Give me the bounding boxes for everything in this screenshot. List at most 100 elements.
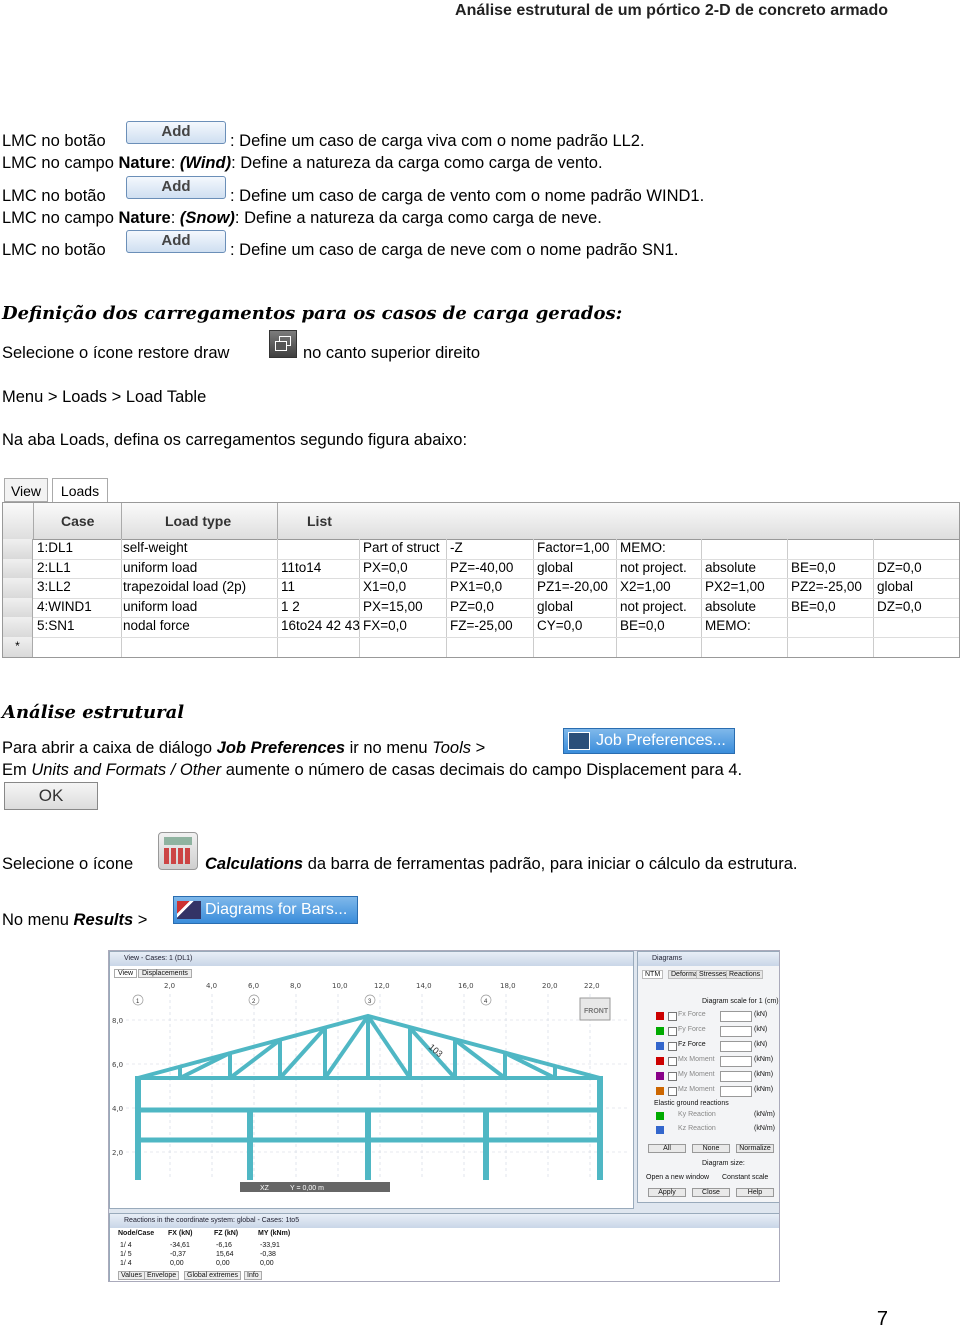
scale-input[interactable] bbox=[720, 1056, 752, 1067]
table-cell[interactable]: X1=0,0 bbox=[363, 579, 406, 594]
table-cell[interactable]: 4:WIND1 bbox=[37, 599, 92, 614]
table-cell[interactable]: PZ=-40,00 bbox=[450, 560, 513, 575]
table-row[interactable]: 5:SN1 nodal force 16to24 42 43 FX=0,0 FZ=-25… bbox=[3, 617, 959, 638]
table-cell[interactable]: 1:DL1 bbox=[37, 540, 73, 555]
col-list[interactable]: List bbox=[307, 513, 332, 529]
table-cell[interactable]: 5:SN1 bbox=[37, 618, 75, 633]
table-new-row[interactable]: * bbox=[3, 637, 959, 657]
table-cell[interactable]: absolute bbox=[705, 599, 756, 614]
table-cell[interactable]: PX=0,0 bbox=[363, 560, 408, 575]
diagrams-for-bars-menu-item[interactable]: Diagrams for Bars... bbox=[173, 896, 358, 924]
table-cell[interactable]: trapezoidal load (2p) bbox=[123, 579, 246, 594]
table-cell[interactable]: PZ=0,0 bbox=[450, 599, 494, 614]
table-row[interactable]: 3:LL2 trapezoidal load (2p) 11 X1=0,0 PX1=0,… bbox=[3, 578, 959, 599]
table-row[interactable]: 4:WIND1 uniform load 1 2 PX=15,00 PZ=0,0 glob… bbox=[3, 597, 959, 619]
scale-input[interactable] bbox=[720, 1041, 752, 1052]
tab-view[interactable]: View bbox=[114, 969, 138, 978]
reactions-tab[interactable]: Info bbox=[244, 1271, 262, 1280]
scale-input[interactable] bbox=[720, 1011, 752, 1022]
checkbox[interactable] bbox=[668, 1072, 677, 1081]
color-swatch[interactable] bbox=[656, 1012, 664, 1020]
table-cell[interactable]: global bbox=[537, 560, 573, 575]
table-cell[interactable]: self-weight bbox=[123, 540, 188, 555]
table-cell[interactable]: Factor=1,00 bbox=[537, 540, 609, 555]
reactions-tab[interactable]: Values bbox=[118, 1271, 145, 1280]
row-header[interactable] bbox=[3, 597, 33, 618]
open-new-window[interactable]: Open a new window bbox=[646, 1174, 709, 1181]
color-swatch[interactable] bbox=[656, 1027, 664, 1035]
diagram-tab[interactable]: NTM bbox=[642, 970, 664, 979]
table-cell[interactable]: MEMO: bbox=[705, 618, 751, 633]
job-preferences-menu-item[interactable]: Job Preferences... bbox=[563, 728, 735, 754]
calculator-icon[interactable] bbox=[158, 832, 198, 870]
table-cell[interactable]: global bbox=[877, 579, 913, 594]
diagram-button[interactable]: All bbox=[648, 1144, 686, 1153]
reactions-tab[interactable]: Global extremes bbox=[184, 1271, 241, 1280]
table-cell[interactable]: PX1=0,0 bbox=[450, 579, 502, 594]
table-cell[interactable]: uniform load bbox=[123, 560, 197, 575]
table-cell[interactable]: absolute bbox=[705, 560, 756, 575]
col-load-type[interactable]: Load type bbox=[165, 513, 231, 529]
table-cell[interactable]: FZ=-25,00 bbox=[450, 618, 513, 633]
row-header[interactable] bbox=[3, 617, 33, 637]
table-cell[interactable]: global bbox=[537, 599, 573, 614]
restore-draw-icon[interactable] bbox=[269, 330, 297, 358]
checkbox[interactable] bbox=[668, 1042, 677, 1051]
add-button[interactable]: Add bbox=[126, 230, 226, 253]
ok-button[interactable]: OK bbox=[4, 782, 98, 810]
table-cell[interactable]: 3:LL2 bbox=[37, 579, 71, 594]
table-cell[interactable]: not project. bbox=[620, 599, 687, 614]
row-header[interactable] bbox=[3, 539, 33, 559]
add-button[interactable]: Add bbox=[126, 176, 226, 199]
table-cell[interactable]: Part of struct bbox=[363, 540, 440, 555]
table-cell[interactable]: 2:LL1 bbox=[37, 560, 71, 575]
table-cell[interactable]: 11 bbox=[281, 579, 295, 594]
constant-scale[interactable]: Constant scale bbox=[722, 1174, 768, 1181]
table-cell[interactable]: DZ=0,0 bbox=[877, 560, 922, 575]
reactions-tab[interactable]: Envelope bbox=[144, 1271, 180, 1280]
table-cell[interactable]: MEMO: bbox=[620, 540, 666, 555]
color-swatch[interactable] bbox=[656, 1126, 664, 1134]
dialog-button[interactable]: Apply bbox=[648, 1188, 686, 1197]
table-cell[interactable]: BE=0,0 bbox=[791, 599, 836, 614]
row-header[interactable] bbox=[3, 558, 33, 579]
table-cell[interactable]: PZ2=-25,00 bbox=[791, 579, 862, 594]
scale-input[interactable] bbox=[720, 1071, 752, 1082]
row-header[interactable] bbox=[3, 578, 33, 598]
table-cell[interactable]: 16to24 42 43 bbox=[281, 618, 360, 633]
col-case[interactable]: Case bbox=[61, 513, 94, 529]
table-row[interactable]: 2:LL1 uniform load 11to14 PX=0,0 PZ=-40,00 gl… bbox=[3, 558, 959, 580]
table-cell[interactable]: not project. bbox=[620, 560, 687, 575]
scale-input[interactable] bbox=[720, 1086, 752, 1097]
add-button[interactable]: Add bbox=[126, 121, 226, 144]
diagram-button[interactable]: Normalize bbox=[736, 1144, 774, 1153]
checkbox[interactable] bbox=[668, 1012, 677, 1021]
table-cell[interactable]: FX=0,0 bbox=[363, 618, 407, 633]
table-cell[interactable]: DZ=0,0 bbox=[877, 599, 922, 614]
scale-input[interactable] bbox=[720, 1026, 752, 1037]
table-cell[interactable]: PZ1=-20,00 bbox=[537, 579, 608, 594]
diagram-tab[interactable]: Stresses bbox=[696, 970, 730, 979]
tab-displacements[interactable]: Displacements bbox=[138, 969, 192, 978]
diagram-tab[interactable]: Reactions bbox=[726, 970, 764, 979]
table-cell[interactable]: PX=15,00 bbox=[363, 599, 423, 614]
table-cell[interactable]: 11to14 bbox=[281, 560, 321, 575]
tab-loads[interactable]: Loads bbox=[52, 478, 108, 502]
table-cell[interactable]: BE=0,0 bbox=[791, 560, 836, 575]
checkbox[interactable] bbox=[668, 1057, 677, 1066]
color-swatch[interactable] bbox=[656, 1072, 664, 1080]
table-cell[interactable]: X2=1,00 bbox=[620, 579, 671, 594]
table-cell[interactable]: nodal force bbox=[123, 618, 190, 633]
table-row[interactable]: 1:DL1 self-weight Part of struct -Z Factor=1… bbox=[3, 539, 959, 560]
table-cell[interactable]: PX2=1,00 bbox=[705, 579, 765, 594]
diagram-button[interactable]: None bbox=[692, 1144, 730, 1153]
table-cell[interactable]: uniform load bbox=[123, 599, 197, 614]
color-swatch[interactable] bbox=[656, 1087, 664, 1095]
color-swatch[interactable] bbox=[656, 1112, 664, 1120]
color-swatch[interactable] bbox=[656, 1042, 664, 1050]
tab-view[interactable]: View bbox=[4, 478, 48, 502]
dialog-button[interactable]: Help bbox=[736, 1188, 774, 1197]
table-cell[interactable]: CY=0,0 bbox=[537, 618, 582, 633]
table-cell[interactable]: 1 2 bbox=[281, 599, 300, 614]
checkbox[interactable] bbox=[668, 1027, 677, 1036]
